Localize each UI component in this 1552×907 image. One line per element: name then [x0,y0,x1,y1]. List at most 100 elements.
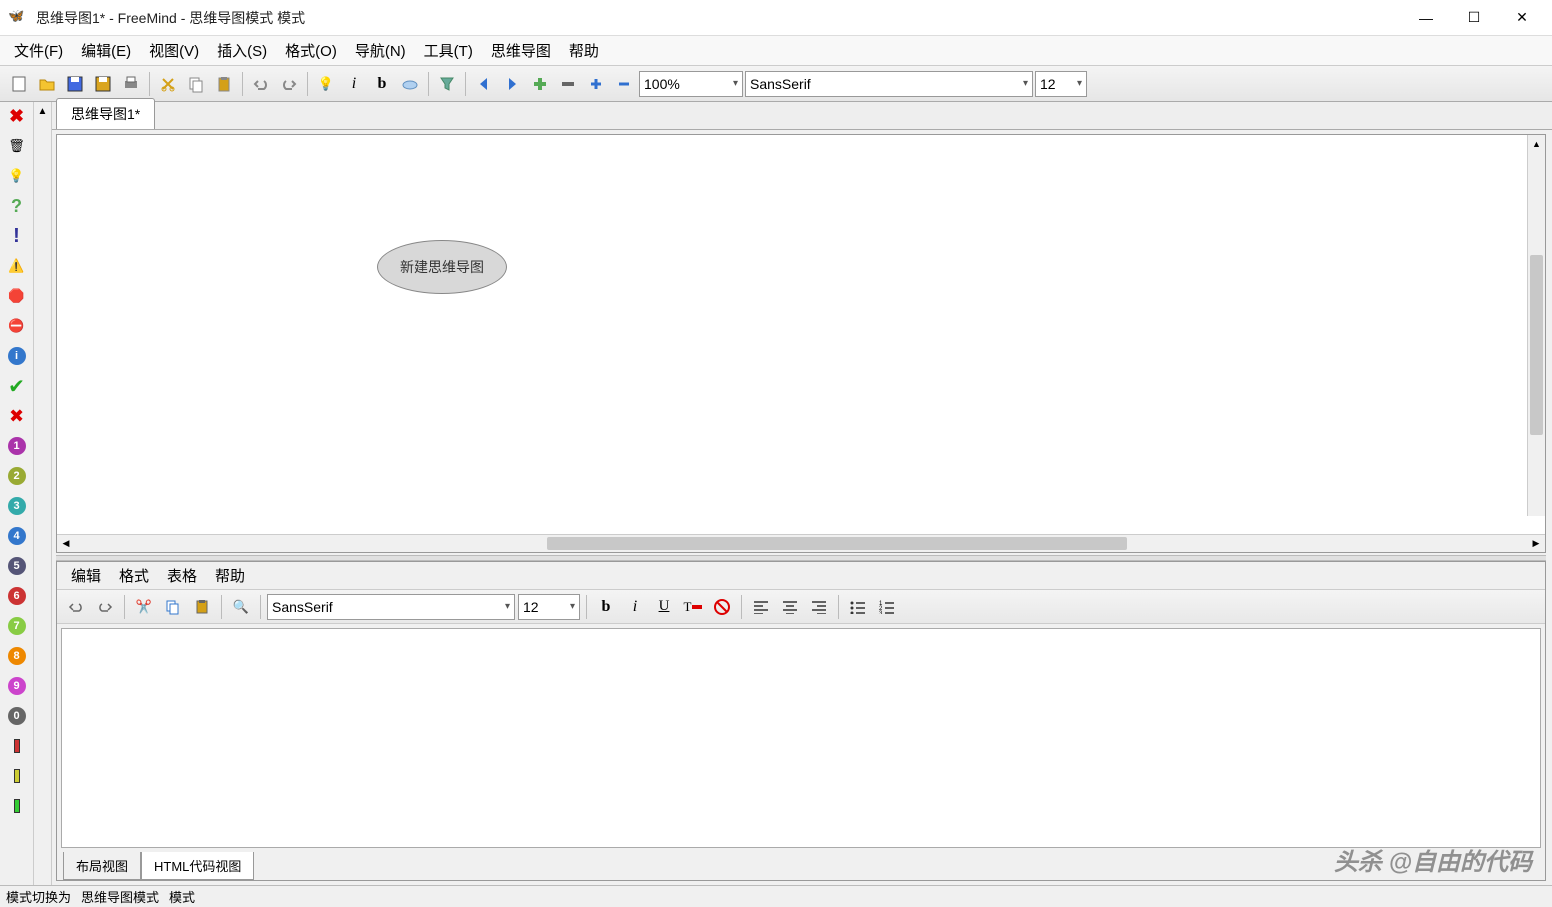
editor-find-button[interactable]: 🔍 [228,594,254,620]
editor-font-combo[interactable]: SansSerif▾ [267,594,515,620]
scroll-up-icon[interactable]: ▲ [1528,135,1545,153]
priority-3-icon[interactable]: 3 [5,494,29,518]
copy-button[interactable] [183,71,209,97]
italic-button[interactable]: i [341,71,367,97]
align-right-button[interactable] [806,594,832,620]
add-node-button[interactable] [527,71,553,97]
save-button[interactable] [62,71,88,97]
ok-icon[interactable]: ✔ [5,374,29,398]
menu-edit[interactable]: 编辑(E) [73,36,139,65]
collapse-handle[interactable]: ▲ [34,102,52,885]
menu-tools[interactable]: 工具(T) [416,36,481,65]
number-list-button[interactable]: 123 [874,594,900,620]
open-button[interactable] [34,71,60,97]
editor-paste-button[interactable] [189,594,215,620]
priority-1-icon[interactable]: 1 [5,434,29,458]
zoom-combo[interactable]: 100%▾ [639,71,743,97]
map-tab[interactable]: 思维导图1* [56,98,155,129]
zoom-in-button[interactable] [583,71,609,97]
minimize-button[interactable]: — [1416,8,1436,28]
align-left-button[interactable] [748,594,774,620]
scroll-right-icon[interactable]: ▶ [1527,535,1545,552]
no-entry-icon[interactable]: ⛔ [5,314,29,338]
help-icon[interactable]: ? [5,194,29,218]
nav-forward-button[interactable] [499,71,525,97]
redo-button[interactable] [276,71,302,97]
editor-bold-button[interactable]: b [593,594,619,620]
priority-4-icon[interactable]: 4 [5,524,29,548]
new-button[interactable] [6,71,32,97]
svg-text:3: 3 [879,611,883,614]
editor-menu-help[interactable]: 帮助 [207,561,253,590]
priority-5-icon[interactable]: 5 [5,554,29,578]
bullet-list-button[interactable] [845,594,871,620]
paste-button[interactable] [211,71,237,97]
content-area: ✖ 🗑 💡 ? ! ⚠️ 🛑 ⛔ i ✔ ✖ 1 2 3 4 5 6 7 8 9… [0,102,1552,885]
idea-button[interactable]: 💡 [313,71,339,97]
horizontal-scrollbar[interactable]: ◀ ▶ [57,534,1545,552]
editor-tab-layout[interactable]: 布局视图 [63,852,141,880]
print-button[interactable] [118,71,144,97]
editor-italic-button[interactable]: i [622,594,648,620]
editor-menu-format[interactable]: 格式 [111,561,157,590]
cloud-button[interactable] [397,71,423,97]
close-button[interactable]: ✕ [1512,8,1532,28]
font-combo[interactable]: SansSerif▾ [745,71,1033,97]
editor-fontsize-combo[interactable]: 12▾ [518,594,580,620]
editor-menu-edit[interactable]: 编辑 [63,561,109,590]
nav-back-button[interactable] [471,71,497,97]
priority-9-icon[interactable]: 9 [5,674,29,698]
editor-underline-button[interactable]: U [651,594,677,620]
zoom-out-button[interactable] [611,71,637,97]
editor-tab-html[interactable]: HTML代码视图 [141,852,254,880]
editor-cut-button[interactable]: ✂️ [131,594,157,620]
menu-navigate[interactable]: 导航(N) [347,36,414,65]
stop-icon[interactable]: 🛑 [5,284,29,308]
warning-icon[interactable]: ⚠️ [5,254,29,278]
editor-redo-button[interactable] [92,594,118,620]
priority-0-icon[interactable]: 0 [5,704,29,728]
bold-button[interactable]: b [369,71,395,97]
remove-icon[interactable]: ✖ [5,104,29,128]
editor-copy-button[interactable] [160,594,186,620]
menu-mindmap[interactable]: 思维导图 [483,36,559,65]
editor-textarea[interactable] [61,628,1541,848]
vertical-scrollbar[interactable]: ▲ [1527,135,1545,516]
remove-node-button[interactable] [555,71,581,97]
trash-icon[interactable]: 🗑 [5,134,29,158]
editor-undo-button[interactable] [63,594,89,620]
flag-yellow-icon[interactable] [5,764,29,788]
scroll-left-icon[interactable]: ◀ [57,535,75,552]
menu-view[interactable]: 视图(V) [141,36,207,65]
fontsize-combo[interactable]: 12▾ [1035,71,1087,97]
root-node[interactable]: 新建思维导图 [377,240,507,294]
align-center-button[interactable] [777,594,803,620]
editor-toolbar: ✂️ 🔍 SansSerif▾ 12▾ b i U T [57,590,1545,624]
priority-6-icon[interactable]: 6 [5,584,29,608]
menu-file[interactable]: 文件(F) [6,36,71,65]
info-icon[interactable]: i [5,344,29,368]
editor-color-button[interactable]: T [680,594,706,620]
maximize-button[interactable]: ☐ [1464,8,1484,28]
menu-format[interactable]: 格式(O) [277,36,345,65]
editor-clear-format-button[interactable] [709,594,735,620]
priority-2-icon[interactable]: 2 [5,464,29,488]
undo-button[interactable] [248,71,274,97]
root-node-label[interactable]: 新建思维导图 [377,240,507,294]
editor-menu-table[interactable]: 表格 [159,561,205,590]
flag-green-icon[interactable] [5,794,29,818]
filter-button[interactable] [434,71,460,97]
scroll-thumb[interactable] [547,537,1127,550]
cut-button[interactable] [155,71,181,97]
mindmap-canvas[interactable]: 新建思维导图 ▲ [57,135,1545,534]
bulb-icon[interactable]: 💡 [5,164,29,188]
priority-7-icon[interactable]: 7 [5,614,29,638]
menu-insert[interactable]: 插入(S) [209,36,275,65]
priority-8-icon[interactable]: 8 [5,644,29,668]
scroll-thumb[interactable] [1530,255,1543,435]
not-ok-icon[interactable]: ✖ [5,404,29,428]
saveas-button[interactable] [90,71,116,97]
menu-help[interactable]: 帮助 [561,36,607,65]
important-icon[interactable]: ! [5,224,29,248]
flag-red-icon[interactable] [5,734,29,758]
